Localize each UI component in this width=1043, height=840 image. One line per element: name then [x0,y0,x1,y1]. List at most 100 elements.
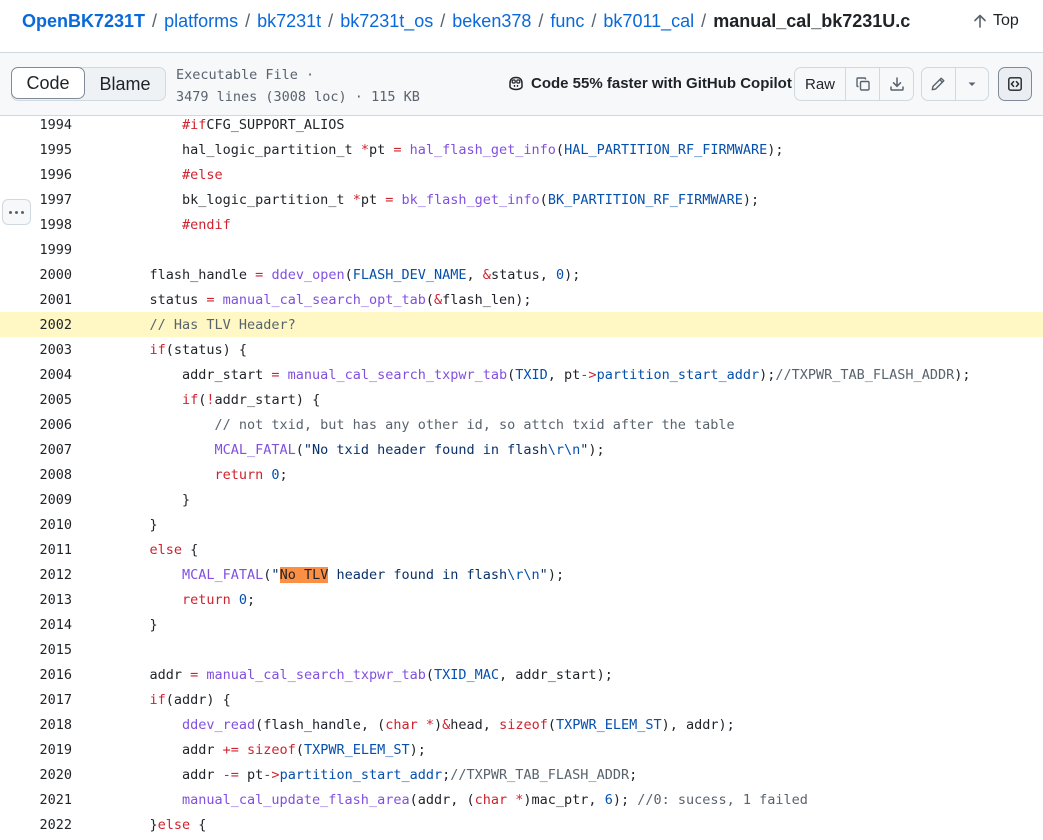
line-number[interactable]: 2006 [34,417,72,433]
line-number[interactable]: 2016 [34,667,72,683]
line-number[interactable]: 2011 [34,542,72,558]
code-line: 1994 #ifCFG_SUPPORT_ALIOS [0,112,1043,137]
line-number[interactable]: 2001 [34,292,72,308]
line-number[interactable]: 1998 [34,217,72,233]
code-token: addr_start [182,366,272,383]
line-number[interactable]: 1997 [34,192,72,208]
line-number[interactable]: 2005 [34,392,72,408]
code-token: ; [629,766,638,783]
breadcrumb-separator: / [440,11,446,31]
line-number[interactable]: 2003 [34,342,72,358]
line-number[interactable]: 2012 [34,567,72,583]
code-text: flash_handle = ddev_open(FLASH_DEV_NAME,… [150,267,581,283]
pencil-icon [931,77,945,91]
line-number[interactable]: 2000 [34,267,72,283]
code-line: 1999 [0,237,1043,262]
line-number[interactable]: 2010 [34,517,72,533]
code-token: 0 [555,266,565,283]
breadcrumb-folder-link[interactable]: bk7231t [257,11,321,32]
code-token: ); [767,141,784,158]
code-token: ddev_read [182,716,256,733]
line-number[interactable]: 2002 [34,317,72,333]
line-number[interactable]: 2004 [34,367,72,383]
code-text: #else [182,167,223,183]
line-number[interactable]: 1994 [34,117,72,133]
breadcrumb-folder-link[interactable]: bk7231t_os [340,11,433,32]
code-line: 2021 manual_cal_update_flash_area(addr, (… [0,787,1043,812]
breadcrumb-file-name: manual_cal_bk7231U.c [713,11,911,31]
code-token: { [182,541,199,558]
code-line: 2016 addr = manual_cal_search_txpwr_tab(T… [0,662,1043,687]
code-text: #endif [182,217,231,233]
code-token: )mac_ptr, [523,791,605,808]
code-token: ( [295,441,304,458]
file-toolbar: Code Blame Executable File · 3479 lines … [0,52,1043,116]
line-number[interactable]: 2014 [34,617,72,633]
code-token: manual_cal_search_txpwr_tab [198,666,426,683]
more-edit-options-button[interactable] [956,68,989,100]
file-stats: 3479 lines (3008 loc) · 115 KB [176,89,420,105]
line-number[interactable]: 2007 [34,442,72,458]
code-token: flash_len); [442,291,532,308]
code-token: } [182,491,191,508]
code-text: // Has TLV Header? [150,317,296,333]
code-token: } [149,516,158,533]
code-token: ( [555,141,565,158]
code-token: += [222,741,239,758]
code-token: char [474,791,508,808]
breadcrumb-folder-link[interactable]: func [550,11,584,32]
line-number[interactable]: 2015 [34,642,72,658]
breadcrumb-folder-link[interactable]: platforms [164,11,238,32]
breadcrumb-folder-link[interactable]: bk7011_cal [603,11,694,32]
breadcrumb-repo-link[interactable]: OpenBK7231T [22,11,145,32]
code-square-icon [1008,77,1022,91]
top-link-label: Top [993,12,1019,29]
code-token: head, [450,716,500,733]
tab-code[interactable]: Code [11,67,85,99]
line-number[interactable]: 1996 [34,167,72,183]
line-number[interactable]: 2022 [34,817,72,833]
code-text: return 0; [182,592,255,608]
line-number[interactable]: 2009 [34,492,72,508]
raw-button[interactable]: Raw [795,68,845,100]
line-actions-button[interactable] [2,199,31,225]
line-number[interactable]: 2019 [34,742,72,758]
code-text: // not txid, but has any other id, so at… [215,417,735,433]
line-number[interactable]: 2013 [34,592,72,608]
code-token: { [190,816,207,833]
copilot-promo[interactable]: Code 55% faster with GitHub Copilot [507,74,792,92]
code-token: & [434,291,443,308]
code-line: 2003 if(status) { [0,337,1043,362]
code-token: status [149,291,207,308]
code-text: } [150,617,158,633]
line-number[interactable]: 2017 [34,692,72,708]
code-token: * [352,191,361,208]
code-token: bk_logic_partition_t [182,191,353,208]
view-switcher: Code Blame [11,67,166,101]
download-button[interactable] [879,68,913,100]
tab-blame[interactable]: Blame [85,68,165,100]
edit-button[interactable] [922,68,956,100]
top-link[interactable]: Top [972,12,1019,30]
breadcrumb-separator: / [152,11,158,31]
line-number[interactable]: 1999 [34,242,72,258]
line-number[interactable]: 2020 [34,767,72,783]
line-number[interactable]: 1995 [34,142,72,158]
line-number[interactable]: 2021 [34,792,72,808]
code-token: " [539,566,548,583]
breadcrumb-separator: / [538,11,544,31]
breadcrumb: OpenBK7231T / platforms / bk7231t / bk7231t_os… [22,11,910,32]
breadcrumb-separator: / [701,11,707,31]
code-line: 2018 ddev_read(flash_handle, (char *)&hea… [0,712,1043,737]
file-type: Executable File · [176,67,315,83]
breadcrumb-folder-link[interactable]: beken378 [452,11,531,32]
copy-raw-button[interactable] [845,68,879,100]
code-token: ); [612,791,638,808]
line-number[interactable]: 2008 [34,467,72,483]
code-token: ( [425,291,435,308]
symbols-panel-button[interactable] [998,67,1032,101]
line-number[interactable]: 2018 [34,717,72,733]
code-token: ); [759,366,776,383]
search-match: No TLV [279,566,329,583]
code-text: #ifCFG_SUPPORT_ALIOS [182,117,345,133]
